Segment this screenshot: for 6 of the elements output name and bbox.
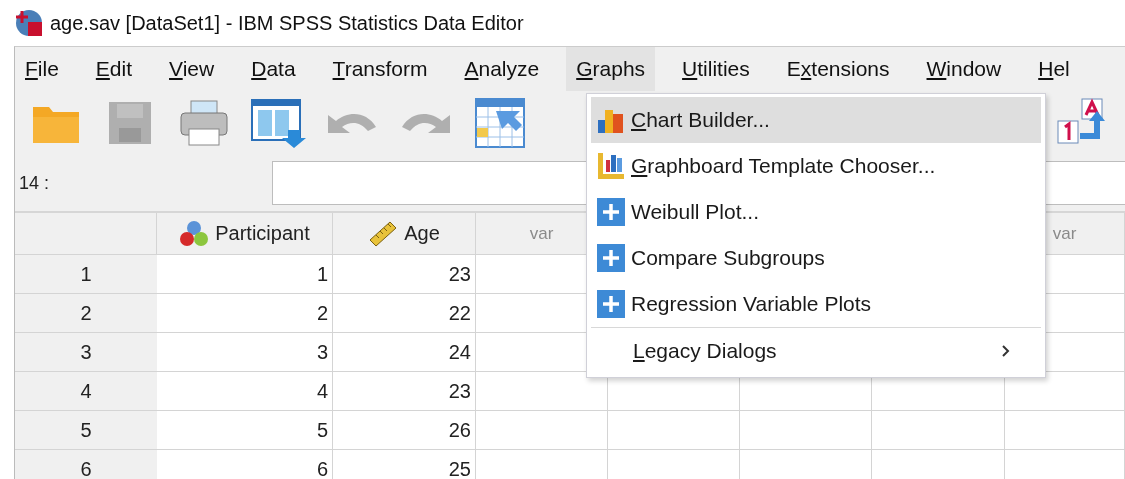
column-name: Age — [404, 222, 440, 245]
column-name: var — [1052, 223, 1077, 244]
column-name: Participant — [215, 222, 310, 245]
window-title: age.sav [DataSet1] - IBM SPSS Statistics Data Editor — [50, 11, 524, 35]
cell-reference: 14 : — [18, 172, 51, 194]
column-name: var — [529, 223, 554, 244]
